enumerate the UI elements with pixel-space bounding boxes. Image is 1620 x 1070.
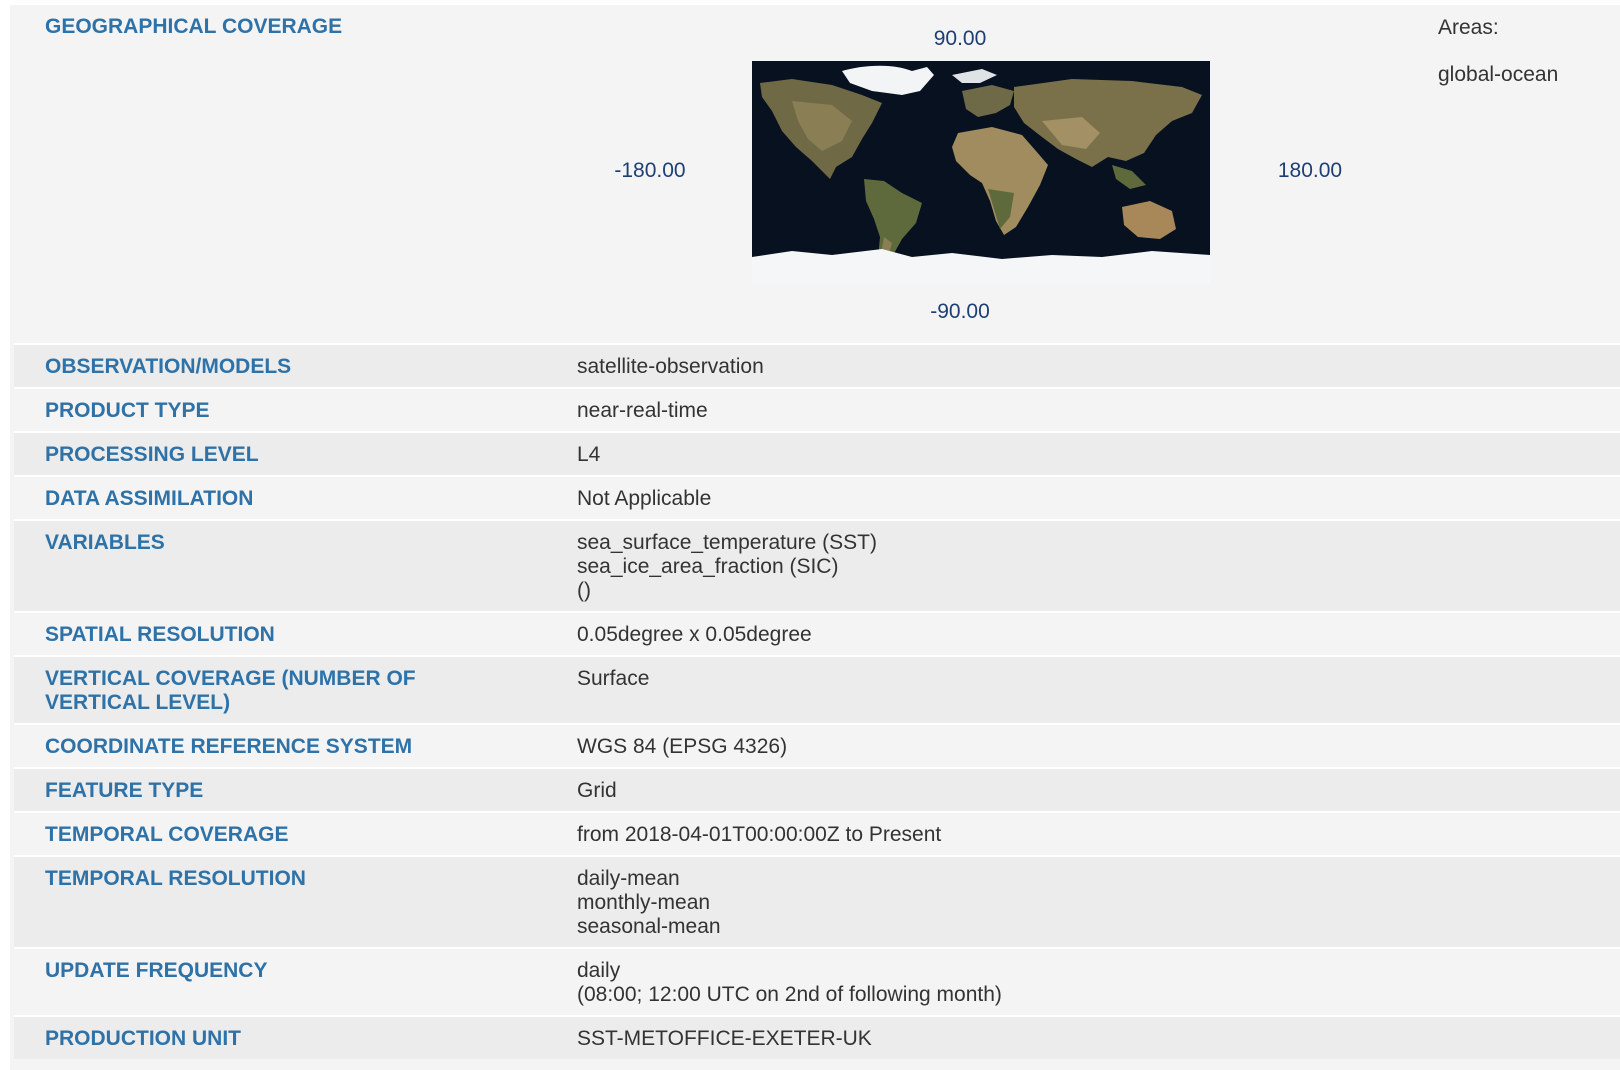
row-label: TEMPORAL COVERAGE xyxy=(45,823,289,846)
west-bound: -180.00 xyxy=(614,159,686,182)
product-properties-table: OBSERVATION/MODELS satellite-observation… xyxy=(14,343,1620,1059)
row-value: daily-mean monthly-mean seasonal-mean xyxy=(577,867,721,938)
row-value: SST-METOFFICE-EXETER-UK xyxy=(577,1027,872,1050)
row-production-unit: PRODUCTION UNIT SST-METOFFICE-EXETER-UK xyxy=(14,1015,1620,1059)
row-temporal-resolution: TEMPORAL RESOLUTION daily-mean monthly-m… xyxy=(14,855,1620,947)
row-label: VARIABLES xyxy=(45,531,165,554)
row-value: 0.05degree x 0.05degree xyxy=(577,623,812,646)
world-map-image xyxy=(752,61,1210,284)
row-processing-level: PROCESSING LEVEL L4 xyxy=(14,431,1620,475)
row-value: L4 xyxy=(577,443,601,466)
row-coordinate-reference-system: COORDINATE REFERENCE SYSTEM WGS 84 (EPSG… xyxy=(14,723,1620,767)
product-detail-panel: GEOGRAPHICAL COVERAGE 90.00 -180.00 180.… xyxy=(10,5,1620,1070)
row-label: PRODUCTION UNIT xyxy=(45,1027,241,1050)
row-label: VERTICAL COVERAGE (NUMBER OF VERTICAL LE… xyxy=(45,667,416,714)
east-bound: 180.00 xyxy=(1277,159,1343,182)
row-value: Surface xyxy=(577,667,650,690)
row-label: COORDINATE REFERENCE SYSTEM xyxy=(45,735,413,758)
row-temporal-coverage: TEMPORAL COVERAGE from 2018-04-01T00:00:… xyxy=(14,811,1620,855)
row-vertical-coverage: VERTICAL COVERAGE (NUMBER OF VERTICAL LE… xyxy=(14,655,1620,723)
geographical-coverage-label: GEOGRAPHICAL COVERAGE xyxy=(45,15,343,38)
row-label: OBSERVATION/MODELS xyxy=(45,355,292,378)
row-spatial-resolution: SPATIAL RESOLUTION 0.05degree x 0.05degr… xyxy=(14,611,1620,655)
row-variables: VARIABLES sea_surface_temperature (SST) … xyxy=(14,519,1620,611)
row-data-assimilation: DATA ASSIMILATION Not Applicable xyxy=(14,475,1620,519)
row-value: sea_surface_temperature (SST) sea_ice_ar… xyxy=(577,531,877,602)
row-value: daily (08:00; 12:00 UTC on 2nd of follow… xyxy=(577,959,1002,1006)
row-value: near-real-time xyxy=(577,399,708,422)
row-value: WGS 84 (EPSG 4326) xyxy=(577,735,788,758)
row-label: PROCESSING LEVEL xyxy=(45,443,259,466)
row-label: UPDATE FREQUENCY xyxy=(45,959,268,982)
row-feature-type: FEATURE TYPE Grid xyxy=(14,767,1620,811)
row-label: SPATIAL RESOLUTION xyxy=(45,623,275,646)
geographical-coverage-section: GEOGRAPHICAL COVERAGE 90.00 -180.00 180.… xyxy=(10,5,1620,345)
row-value: from 2018-04-01T00:00:00Z to Present xyxy=(577,823,942,846)
row-value: Not Applicable xyxy=(577,487,712,510)
row-label: DATA ASSIMILATION xyxy=(45,487,254,510)
south-bound: -90.00 xyxy=(930,300,990,323)
areas-value: global-ocean xyxy=(1438,63,1559,86)
row-observation-models: OBSERVATION/MODELS satellite-observation xyxy=(14,343,1620,387)
row-value: satellite-observation xyxy=(577,355,764,378)
row-product-type: PRODUCT TYPE near-real-time xyxy=(14,387,1620,431)
row-update-frequency: UPDATE FREQUENCY daily (08:00; 12:00 UTC… xyxy=(14,947,1620,1015)
row-value: Grid xyxy=(577,779,617,802)
row-label: TEMPORAL RESOLUTION xyxy=(45,867,306,890)
north-bound: 90.00 xyxy=(933,27,987,50)
areas-label: Areas: xyxy=(1438,16,1499,39)
row-label: FEATURE TYPE xyxy=(45,779,204,802)
row-label: PRODUCT TYPE xyxy=(45,399,210,422)
